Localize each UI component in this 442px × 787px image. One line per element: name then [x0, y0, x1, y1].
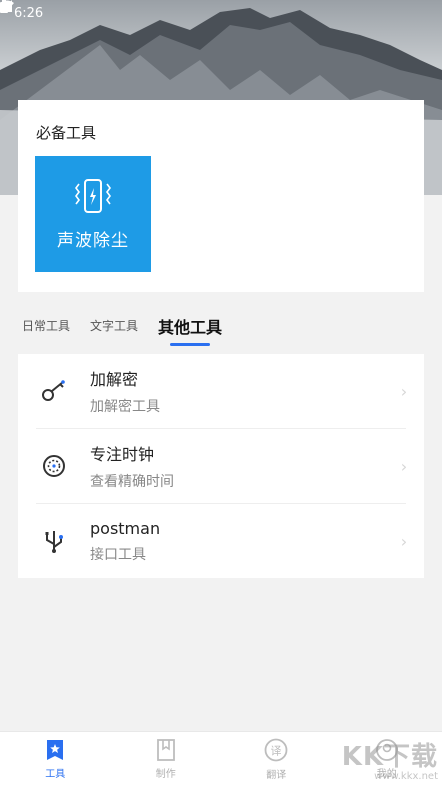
nav-label: 制作 — [155, 769, 176, 780]
bookmark-icon — [156, 739, 175, 761]
watermark-logo: KK下载 www.kkx.net — [322, 730, 442, 787]
chevron-right-icon: › — [400, 381, 408, 401]
tools-star-icon — [47, 740, 64, 760]
list-item-subtitle: 加解密工具 — [90, 399, 160, 415]
tile-label: 声波除尘 — [57, 230, 129, 251]
clock-icon — [43, 455, 65, 477]
tool-list: 加解密 加解密工具 › 专注时钟 查看精确时间 › postman 接口工具 › — [18, 354, 424, 578]
active-tab-indicator — [170, 343, 211, 346]
watermark-text: KK下载 — [341, 741, 438, 772]
phone-vibrate-icon — [75, 178, 111, 213]
tab-label: 日常工具 — [22, 319, 71, 333]
nav-translate[interactable]: 译 翻译 — [221, 732, 332, 787]
nav-make[interactable]: 制作 — [111, 732, 222, 787]
tab-other-tools[interactable]: 其他工具 — [158, 314, 222, 346]
list-item-subtitle: 接口工具 — [90, 546, 146, 563]
tab-label: 文字工具 — [90, 319, 139, 333]
key-icon — [42, 380, 65, 401]
list-item-title: 加解密 — [90, 370, 139, 389]
list-item-title: 专注时钟 — [90, 445, 155, 464]
battery-icon — [0, 0, 8, 13]
list-item-postman[interactable]: postman 接口工具 › — [18, 504, 424, 578]
chevron-right-icon: › — [400, 531, 408, 551]
essential-tools-card: 必备工具 声波除尘 — [18, 100, 424, 292]
list-item-encrypt[interactable]: 加解密 加解密工具 › — [18, 354, 424, 428]
status-time: 6:26 — [14, 5, 44, 21]
nav-label: 翻译 — [266, 770, 287, 781]
translate-icon: 译 — [264, 738, 288, 762]
tab-label: 其他工具 — [158, 318, 223, 337]
list-item-title: postman — [90, 518, 161, 538]
tab-daily-tools[interactable]: 日常工具 — [22, 317, 70, 346]
sound-dust-removal-tile[interactable]: 声波除尘 — [35, 156, 151, 272]
nav-tools[interactable]: 工具 — [0, 732, 111, 787]
svg-text:译: 译 — [271, 745, 282, 758]
watermark-url: www.kkx.net — [374, 770, 438, 782]
tab-text-tools[interactable]: 文字工具 — [90, 317, 138, 346]
chevron-right-icon: › — [400, 456, 408, 476]
list-item-subtitle: 查看精确时间 — [90, 474, 174, 490]
card-title: 必备工具 — [36, 124, 97, 142]
nav-label: 工具 — [45, 769, 66, 780]
status-bar: 6:26 — [0, 0, 442, 26]
list-item-focus-clock[interactable]: 专注时钟 查看精确时间 › — [18, 429, 424, 503]
tool-category-tabs: 日常工具 文字工具 其他工具 — [22, 312, 222, 346]
usb-icon — [45, 531, 63, 553]
